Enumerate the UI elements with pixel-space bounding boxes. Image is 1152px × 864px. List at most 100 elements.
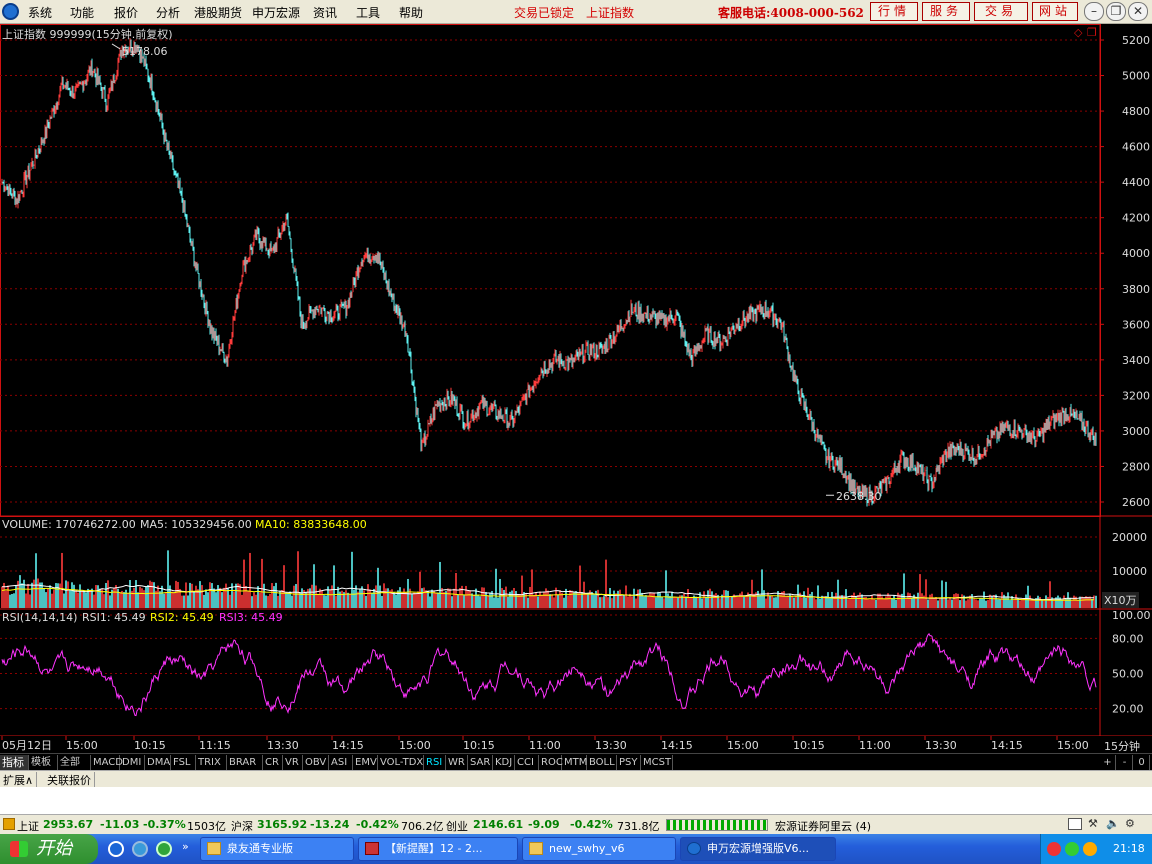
status-icon xyxy=(3,818,15,830)
indicator-tab-macd[interactable]: MACD xyxy=(91,755,123,770)
hs-amount: 706.2亿 xyxy=(401,820,444,833)
tray-icon[interactable] xyxy=(1065,842,1079,856)
indicator-tab-obv[interactable]: OBV xyxy=(303,755,329,770)
settings-icon[interactable]: ⚙ xyxy=(1125,817,1135,830)
app-icon xyxy=(687,842,701,855)
indicator-tab-rsi[interactable]: RSI xyxy=(424,755,446,770)
indicator-tab-vol-tdx[interactable]: VOL-TDX xyxy=(378,755,424,770)
task-swhy-app[interactable]: 申万宏源增强版V6... xyxy=(680,837,836,861)
menu-help[interactable]: 帮助 xyxy=(399,4,423,21)
indicator-tab-trix[interactable]: TRIX xyxy=(196,755,227,770)
menu-function[interactable]: 功能 xyxy=(70,4,94,21)
app-logo-icon xyxy=(2,3,19,20)
indicator-tab-mcst[interactable]: MCST xyxy=(641,755,673,770)
indicator-tab-wr[interactable]: WR xyxy=(446,755,468,770)
kline-chart[interactable]: 5200 5000 4800 4600 4400 4200 4000 3800 3600 3400… xyxy=(0,24,1152,753)
ma10-label: MA10: 83833648.00 xyxy=(255,518,367,531)
x-tick-label: 11:00 xyxy=(529,739,561,752)
website-button[interactable]: 网站 xyxy=(1032,2,1078,21)
indicator-tab-全部[interactable]: 全部 xyxy=(58,755,91,770)
x-tick-label: 14:15 xyxy=(991,739,1023,752)
folder-icon xyxy=(529,842,543,855)
start-button[interactable]: 开始 xyxy=(0,834,98,864)
price-tick-label: 2800 xyxy=(1122,460,1150,473)
indicator-tab-emv[interactable]: EMV xyxy=(353,755,378,770)
more-icon[interactable]: » xyxy=(182,840,189,853)
restore-icon[interactable]: ❐ xyxy=(1106,2,1126,21)
cy-name: 创业 xyxy=(446,820,468,833)
menu-hk-futures[interactable]: 港股期货 xyxy=(194,4,242,21)
wrench-icon[interactable]: ⚒ xyxy=(1088,817,1098,830)
tray-icon[interactable] xyxy=(1047,842,1061,856)
server-name[interactable]: 宏源证券阿里云 (4) xyxy=(775,818,871,834)
menu-quote[interactable]: 报价 xyxy=(114,4,138,21)
zoom-button[interactable]: + xyxy=(1100,755,1116,770)
price-tick-label: 5200 xyxy=(1122,34,1150,47)
trade-locked-status[interactable]: 交易已锁定 xyxy=(514,4,574,21)
menu-analysis[interactable]: 分析 xyxy=(156,4,180,21)
indicator-tab-asi[interactable]: ASI xyxy=(329,755,353,770)
task-reminder[interactable]: 【新提醒】12 - 2... xyxy=(358,837,518,861)
quote-button[interactable]: 行情 xyxy=(870,2,918,21)
indicator-tab-cr[interactable]: CR xyxy=(263,755,283,770)
price-tick-label: 4000 xyxy=(1122,247,1150,260)
cy-price: 2146.61 xyxy=(473,818,524,831)
zoom-button[interactable]: 0 xyxy=(1134,755,1150,770)
price-tick-label: 3200 xyxy=(1122,389,1150,402)
folder-icon xyxy=(207,842,221,855)
task-quanyoutong[interactable]: 泉友通专业版 xyxy=(200,837,354,861)
indicator-tab-dma[interactable]: DMA xyxy=(145,755,171,770)
x-tick-label: 13:30 xyxy=(267,739,299,752)
indicator-tab-brar[interactable]: BRAR xyxy=(227,755,263,770)
browser-icon[interactable] xyxy=(132,841,148,857)
expand-tab[interactable]: 扩展∧ xyxy=(0,772,38,788)
indicator-tab-sar[interactable]: SAR xyxy=(468,755,493,770)
window-icon[interactable] xyxy=(1068,818,1082,830)
period-label[interactable]: 15分钟 xyxy=(1104,738,1140,754)
menu-system[interactable]: 系统 xyxy=(28,4,52,21)
service-button[interactable]: 服务 xyxy=(922,2,970,21)
menu-tools[interactable]: 工具 xyxy=(356,4,380,21)
speaker-icon[interactable]: 🔈 xyxy=(1106,817,1120,830)
rsi-line xyxy=(1,632,1097,717)
price-tick-label: 5000 xyxy=(1122,70,1150,83)
x-tick-label: 13:30 xyxy=(595,739,627,752)
indicator-tab-dmi[interactable]: DMI xyxy=(120,755,145,770)
related-quote-tab[interactable]: 关联报价 xyxy=(44,772,95,788)
x-tick-label: 13:30 xyxy=(925,739,957,752)
ie-icon[interactable] xyxy=(108,841,124,857)
current-index-label[interactable]: 上证指数 xyxy=(586,4,634,21)
clock[interactable]: 21:18 xyxy=(1113,842,1145,855)
task-new-swhy[interactable]: new_swhy_v6 xyxy=(522,837,676,861)
x-tick-label: 10:15 xyxy=(134,739,166,752)
hs-percent: -0.42% xyxy=(356,818,399,831)
chart-area[interactable]: 5200 5000 4800 4600 4400 4200 4000 3800 3600 3400… xyxy=(0,24,1152,753)
indicator-tab-指标[interactable]: 指标 xyxy=(0,755,29,770)
indicator-tab-psy[interactable]: PSY xyxy=(617,755,641,770)
tray-icon[interactable] xyxy=(1083,842,1097,856)
indicator-tab-mtm[interactable]: MTM xyxy=(562,755,587,770)
trade-button[interactable]: 交易 xyxy=(974,2,1028,21)
x-tick-label: 15:00 xyxy=(66,739,98,752)
minimize-icon[interactable]: – xyxy=(1084,2,1104,21)
system-tray: 21:18 xyxy=(1040,834,1152,864)
price-tick-label: 4600 xyxy=(1122,141,1150,154)
indicator-tab-fsl[interactable]: FSL xyxy=(171,755,196,770)
indicator-tab-模板[interactable]: 模板 xyxy=(29,755,58,770)
indicator-tab-kdj[interactable]: KDJ xyxy=(493,755,515,770)
rsi-tick-label: 20.00 xyxy=(1112,703,1144,716)
indicator-tab-roc[interactable]: ROC xyxy=(539,755,563,770)
rsi-tick-label: 80.00 xyxy=(1112,632,1144,645)
quicklaunch-icon[interactable] xyxy=(156,841,172,857)
indicator-tab-vr[interactable]: VR xyxy=(283,755,303,770)
indicator-tab-bar: 指标 模板 全部 MACD DMI DMA FSL TRIX BRAR CR VR OBV ASI EMV… xyxy=(0,753,1152,770)
zoom-button[interactable]: - xyxy=(1117,755,1133,770)
ma5-label: MA5: 105329456.00 xyxy=(140,518,252,531)
indicator-tab-cci[interactable]: CCI xyxy=(515,755,539,770)
menu-swhy[interactable]: 申万宏源 xyxy=(252,4,300,21)
indicator-tab-boll[interactable]: BOLL xyxy=(587,755,617,770)
hotline-text: 客服电话:4008-000-562 xyxy=(718,6,864,20)
menu-info[interactable]: 资讯 xyxy=(313,4,337,21)
extension-bar: 扩展∧ 关联报价 xyxy=(0,770,1152,788)
close-icon[interactable]: ✕ xyxy=(1128,2,1148,21)
